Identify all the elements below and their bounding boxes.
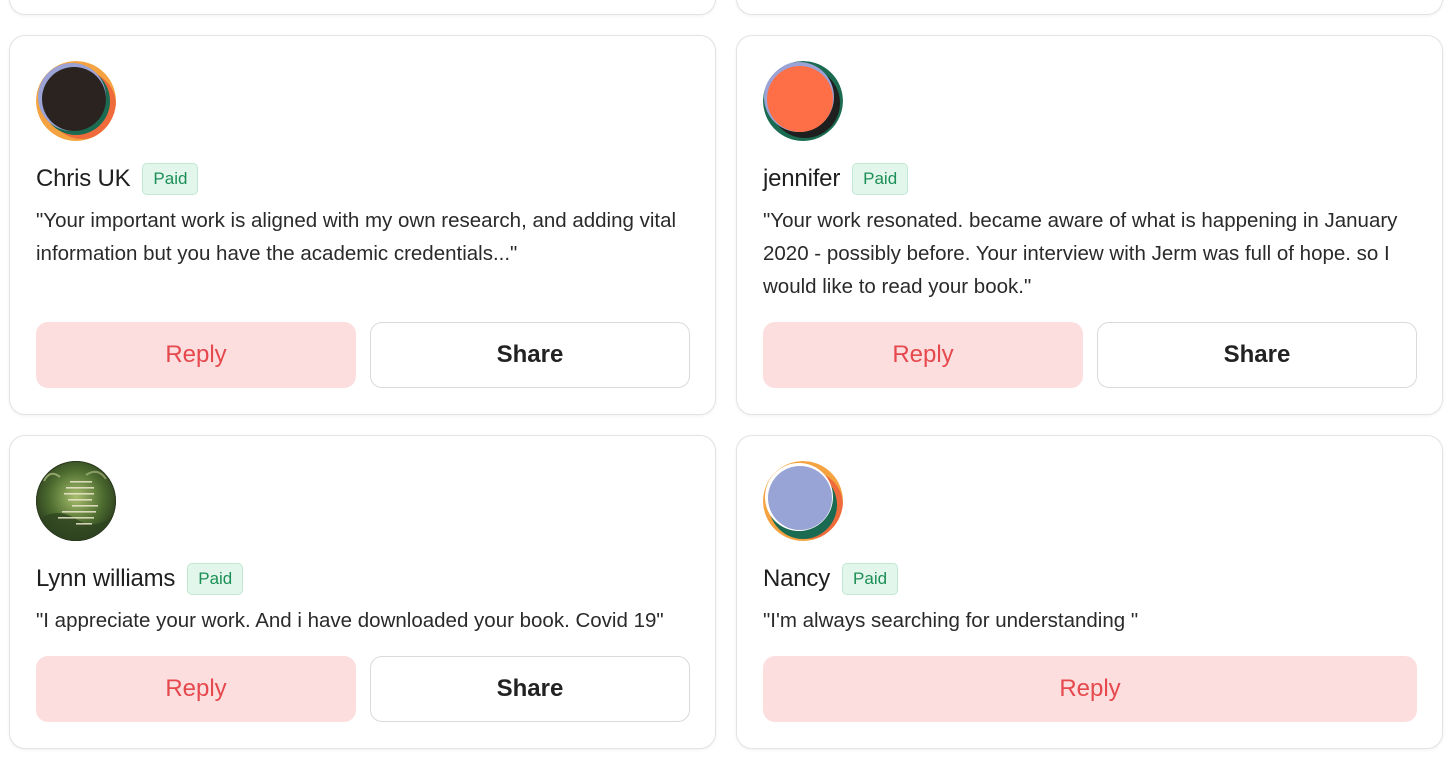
- author-row: jennifer Paid: [763, 162, 909, 196]
- comment-text: "Your important work is aligned with my …: [36, 209, 677, 265]
- paid-badge: Paid: [842, 563, 899, 595]
- comment-card-lynn-williams: Lynn williams Paid "I appreciate your wo…: [9, 435, 716, 749]
- paid-badge: Paid: [187, 563, 244, 595]
- avatar-image: [763, 461, 843, 541]
- comment-card-chris-uk: Chris UK Paid "Your important work is al…: [9, 35, 716, 415]
- paid-badge: Paid: [142, 163, 199, 195]
- avatar[interactable]: [763, 61, 843, 141]
- avatar[interactable]: [36, 461, 116, 541]
- author-name[interactable]: Chris UK: [36, 165, 131, 193]
- share-button[interactable]: Share: [370, 656, 690, 722]
- avatar[interactable]: [763, 461, 843, 541]
- reply-button[interactable]: Reply: [763, 322, 1083, 388]
- reply-button[interactable]: Reply: [36, 322, 356, 388]
- comment-text: "I appreciate your work. And i have down…: [36, 609, 664, 632]
- avatar-image: [36, 61, 116, 141]
- share-button[interactable]: Share: [370, 322, 690, 388]
- avatar[interactable]: [36, 61, 116, 141]
- paid-badge: Paid: [852, 163, 909, 195]
- author-row: Lynn williams Paid: [36, 562, 244, 596]
- author-name[interactable]: jennifer: [763, 165, 840, 193]
- author-name[interactable]: Nancy: [763, 565, 830, 593]
- author-row: Nancy Paid: [763, 562, 899, 596]
- comment-text: "I'm always searching for understanding …: [763, 609, 1139, 632]
- card-partial-left: [9, 0, 716, 15]
- card-partial-right: [736, 0, 1443, 15]
- author-row: Chris UK Paid: [36, 162, 199, 196]
- avatar-image: [763, 61, 843, 141]
- comment-card-jennifer: jennifer Paid "Your work resonated. beca…: [736, 35, 1443, 415]
- comment-text: "Your work resonated. became aware of wh…: [763, 209, 1398, 298]
- comments-grid: Chris UK Paid "Your important work is al…: [0, 0, 1456, 761]
- avatar-image: [36, 461, 116, 541]
- author-name[interactable]: Lynn williams: [36, 565, 175, 593]
- reply-button[interactable]: Reply: [36, 656, 356, 722]
- share-button[interactable]: Share: [1097, 322, 1417, 388]
- reply-button[interactable]: Reply: [763, 656, 1417, 722]
- comment-card-nancy: Nancy Paid "I'm always searching for und…: [736, 435, 1443, 749]
